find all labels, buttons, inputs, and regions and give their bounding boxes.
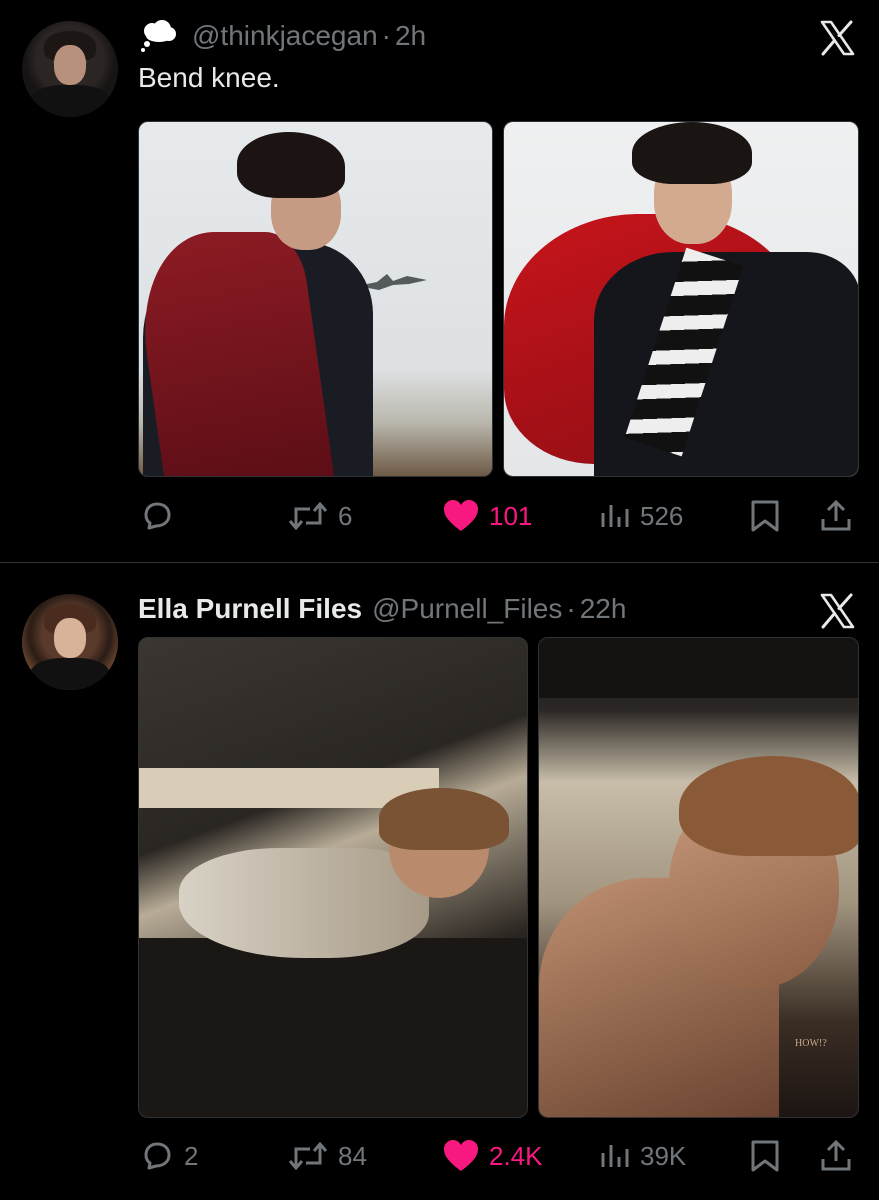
reply-button[interactable]: 2 <box>138 1136 198 1176</box>
like-button[interactable]: 101 <box>441 496 532 536</box>
views-icon <box>601 1145 629 1167</box>
bookmark-button[interactable] <box>748 1136 782 1176</box>
view-count: 526 <box>640 500 684 531</box>
image-watermark: HOW!? <box>795 1038 827 1049</box>
avatar[interactable] <box>22 594 118 690</box>
avatar-face <box>54 618 86 658</box>
retweet-count: 6 <box>338 500 353 531</box>
timestamp[interactable]: 2h <box>395 20 426 52</box>
reply-icon <box>144 1142 171 1170</box>
retweet-count: 84 <box>338 1140 367 1171</box>
user-handle[interactable]: @thinkjacegan <box>192 20 378 52</box>
tweet-image-3[interactable] <box>138 637 528 1118</box>
user-handle[interactable]: @Purnell_Files <box>372 593 562 625</box>
separator-dot: · <box>566 593 576 624</box>
retweet-button[interactable]: 6 <box>286 496 352 536</box>
figure-hair <box>379 788 509 850</box>
views-button[interactable]: 526 <box>598 496 683 536</box>
share-icon <box>821 1139 851 1171</box>
timestamp[interactable]: 22h <box>580 593 627 625</box>
avatar-shoulders <box>30 85 110 117</box>
separator-dot: · <box>381 20 391 51</box>
figure-hair <box>237 132 345 198</box>
tweet-header: Ella Purnell Files @Purnell_Files · 22h <box>138 591 626 627</box>
tweet-image-4[interactable]: HOW!? <box>538 637 859 1118</box>
reply-button[interactable] <box>138 496 184 536</box>
display-name[interactable]: Ella Purnell Files <box>138 593 362 625</box>
tweet-header: @thinkjacegan · 2h <box>138 18 426 54</box>
heart-icon <box>444 500 478 531</box>
bookmark-icon <box>751 1140 779 1172</box>
window-blinds <box>539 638 858 698</box>
like-button[interactable]: 2.4K <box>441 1136 543 1176</box>
reply-count: 2 <box>184 1140 199 1171</box>
reply-icon <box>144 502 171 530</box>
tweet-image-1[interactable] <box>138 121 493 477</box>
couch <box>139 938 527 1117</box>
tweet-text: Bend knee. <box>138 62 280 93</box>
thought-cloud-icon <box>138 19 178 53</box>
avatar[interactable] <box>22 21 118 117</box>
action-bar: 6 101 526 <box>0 496 879 536</box>
figure-hair <box>679 756 858 856</box>
retweet-icon <box>288 1141 328 1171</box>
like-count: 101 <box>489 500 533 531</box>
share-button[interactable] <box>818 496 854 536</box>
figure-hair <box>632 122 752 184</box>
bookmark-button[interactable] <box>748 496 782 536</box>
view-count: 39K <box>640 1140 687 1171</box>
avatar-shoulders <box>30 658 110 690</box>
x-logo-icon <box>820 20 855 56</box>
share-button[interactable] <box>818 1136 854 1176</box>
retweet-button[interactable]: 84 <box>286 1136 367 1176</box>
views-icon <box>601 505 629 527</box>
avatar-face <box>54 45 86 85</box>
heart-icon <box>444 1140 478 1171</box>
tweet-image-2[interactable] <box>503 121 859 477</box>
bookmark-icon <box>751 500 779 532</box>
views-button[interactable]: 39K <box>598 1136 686 1176</box>
like-count: 2.4K <box>489 1140 543 1171</box>
retweet-icon <box>288 501 328 531</box>
x-logo-icon <box>820 593 855 629</box>
tweet-1[interactable]: @thinkjacegan · 2h Bend knee. 6 101 526 <box>0 0 879 562</box>
share-icon <box>821 499 851 531</box>
action-bar: 2 84 2.4K 39K <box>0 1136 879 1176</box>
